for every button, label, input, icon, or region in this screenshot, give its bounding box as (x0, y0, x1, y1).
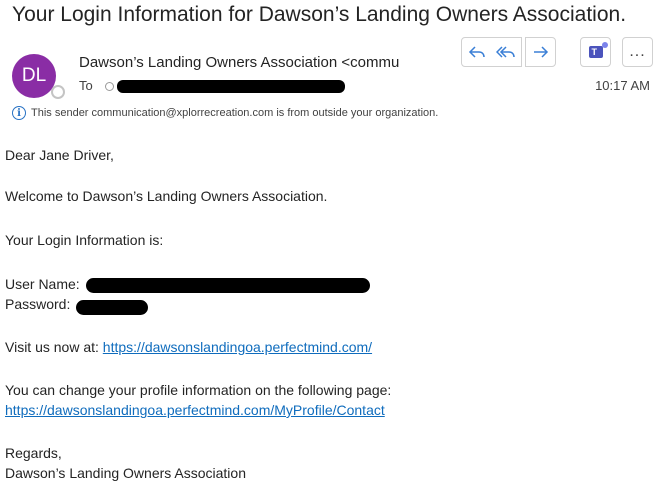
recipient-presence-icon (105, 82, 114, 91)
email-subject: Your Login Information for Dawson’s Land… (12, 3, 627, 26)
profile-link[interactable]: https://dawsonslandingoa.perfectmind.com… (5, 402, 385, 418)
external-sender-notice: This sender communication@xplorrecreatio… (31, 107, 439, 119)
teams-icon: T (588, 42, 608, 58)
forward-icon (533, 46, 548, 58)
sender-avatar[interactable]: DL (12, 54, 56, 98)
reply-button[interactable] (461, 37, 492, 67)
received-time: 10:17 AM (595, 78, 650, 93)
teams-button[interactable]: T (580, 37, 611, 67)
visit-line: Visit us now at: https://dawsonslandingo… (5, 339, 372, 355)
regards-text: Regards, (5, 445, 62, 461)
to-label: To (79, 78, 93, 93)
signature: Dawson’s Landing Owners Association (5, 465, 246, 481)
username-label: User Name: (5, 276, 80, 292)
forward-button[interactable] (525, 37, 556, 67)
sender-name[interactable]: Dawson’s Landing Owners Association <com… (79, 54, 429, 71)
password-label: Password: (5, 296, 71, 312)
welcome-text: Welcome to Dawson’s Landing Owners Assoc… (5, 188, 328, 204)
reply-all-button[interactable] (491, 37, 522, 67)
profile-text: You can change your profile information … (5, 382, 392, 398)
more-actions-button[interactable]: ... (622, 37, 653, 67)
greeting: Dear Jane Driver, (5, 147, 114, 163)
redacted-username (86, 278, 370, 293)
reply-icon (468, 46, 485, 58)
website-link[interactable]: https://dawsonslandingoa.perfectmind.com… (103, 339, 372, 355)
redacted-password (76, 300, 148, 315)
presence-status-icon (51, 85, 65, 99)
info-icon: i (12, 106, 26, 120)
reply-all-icon (496, 46, 515, 58)
login-intro: Your Login Information is: (5, 232, 164, 248)
redacted-recipients (117, 80, 345, 93)
visit-text: Visit us now at: (5, 339, 99, 355)
